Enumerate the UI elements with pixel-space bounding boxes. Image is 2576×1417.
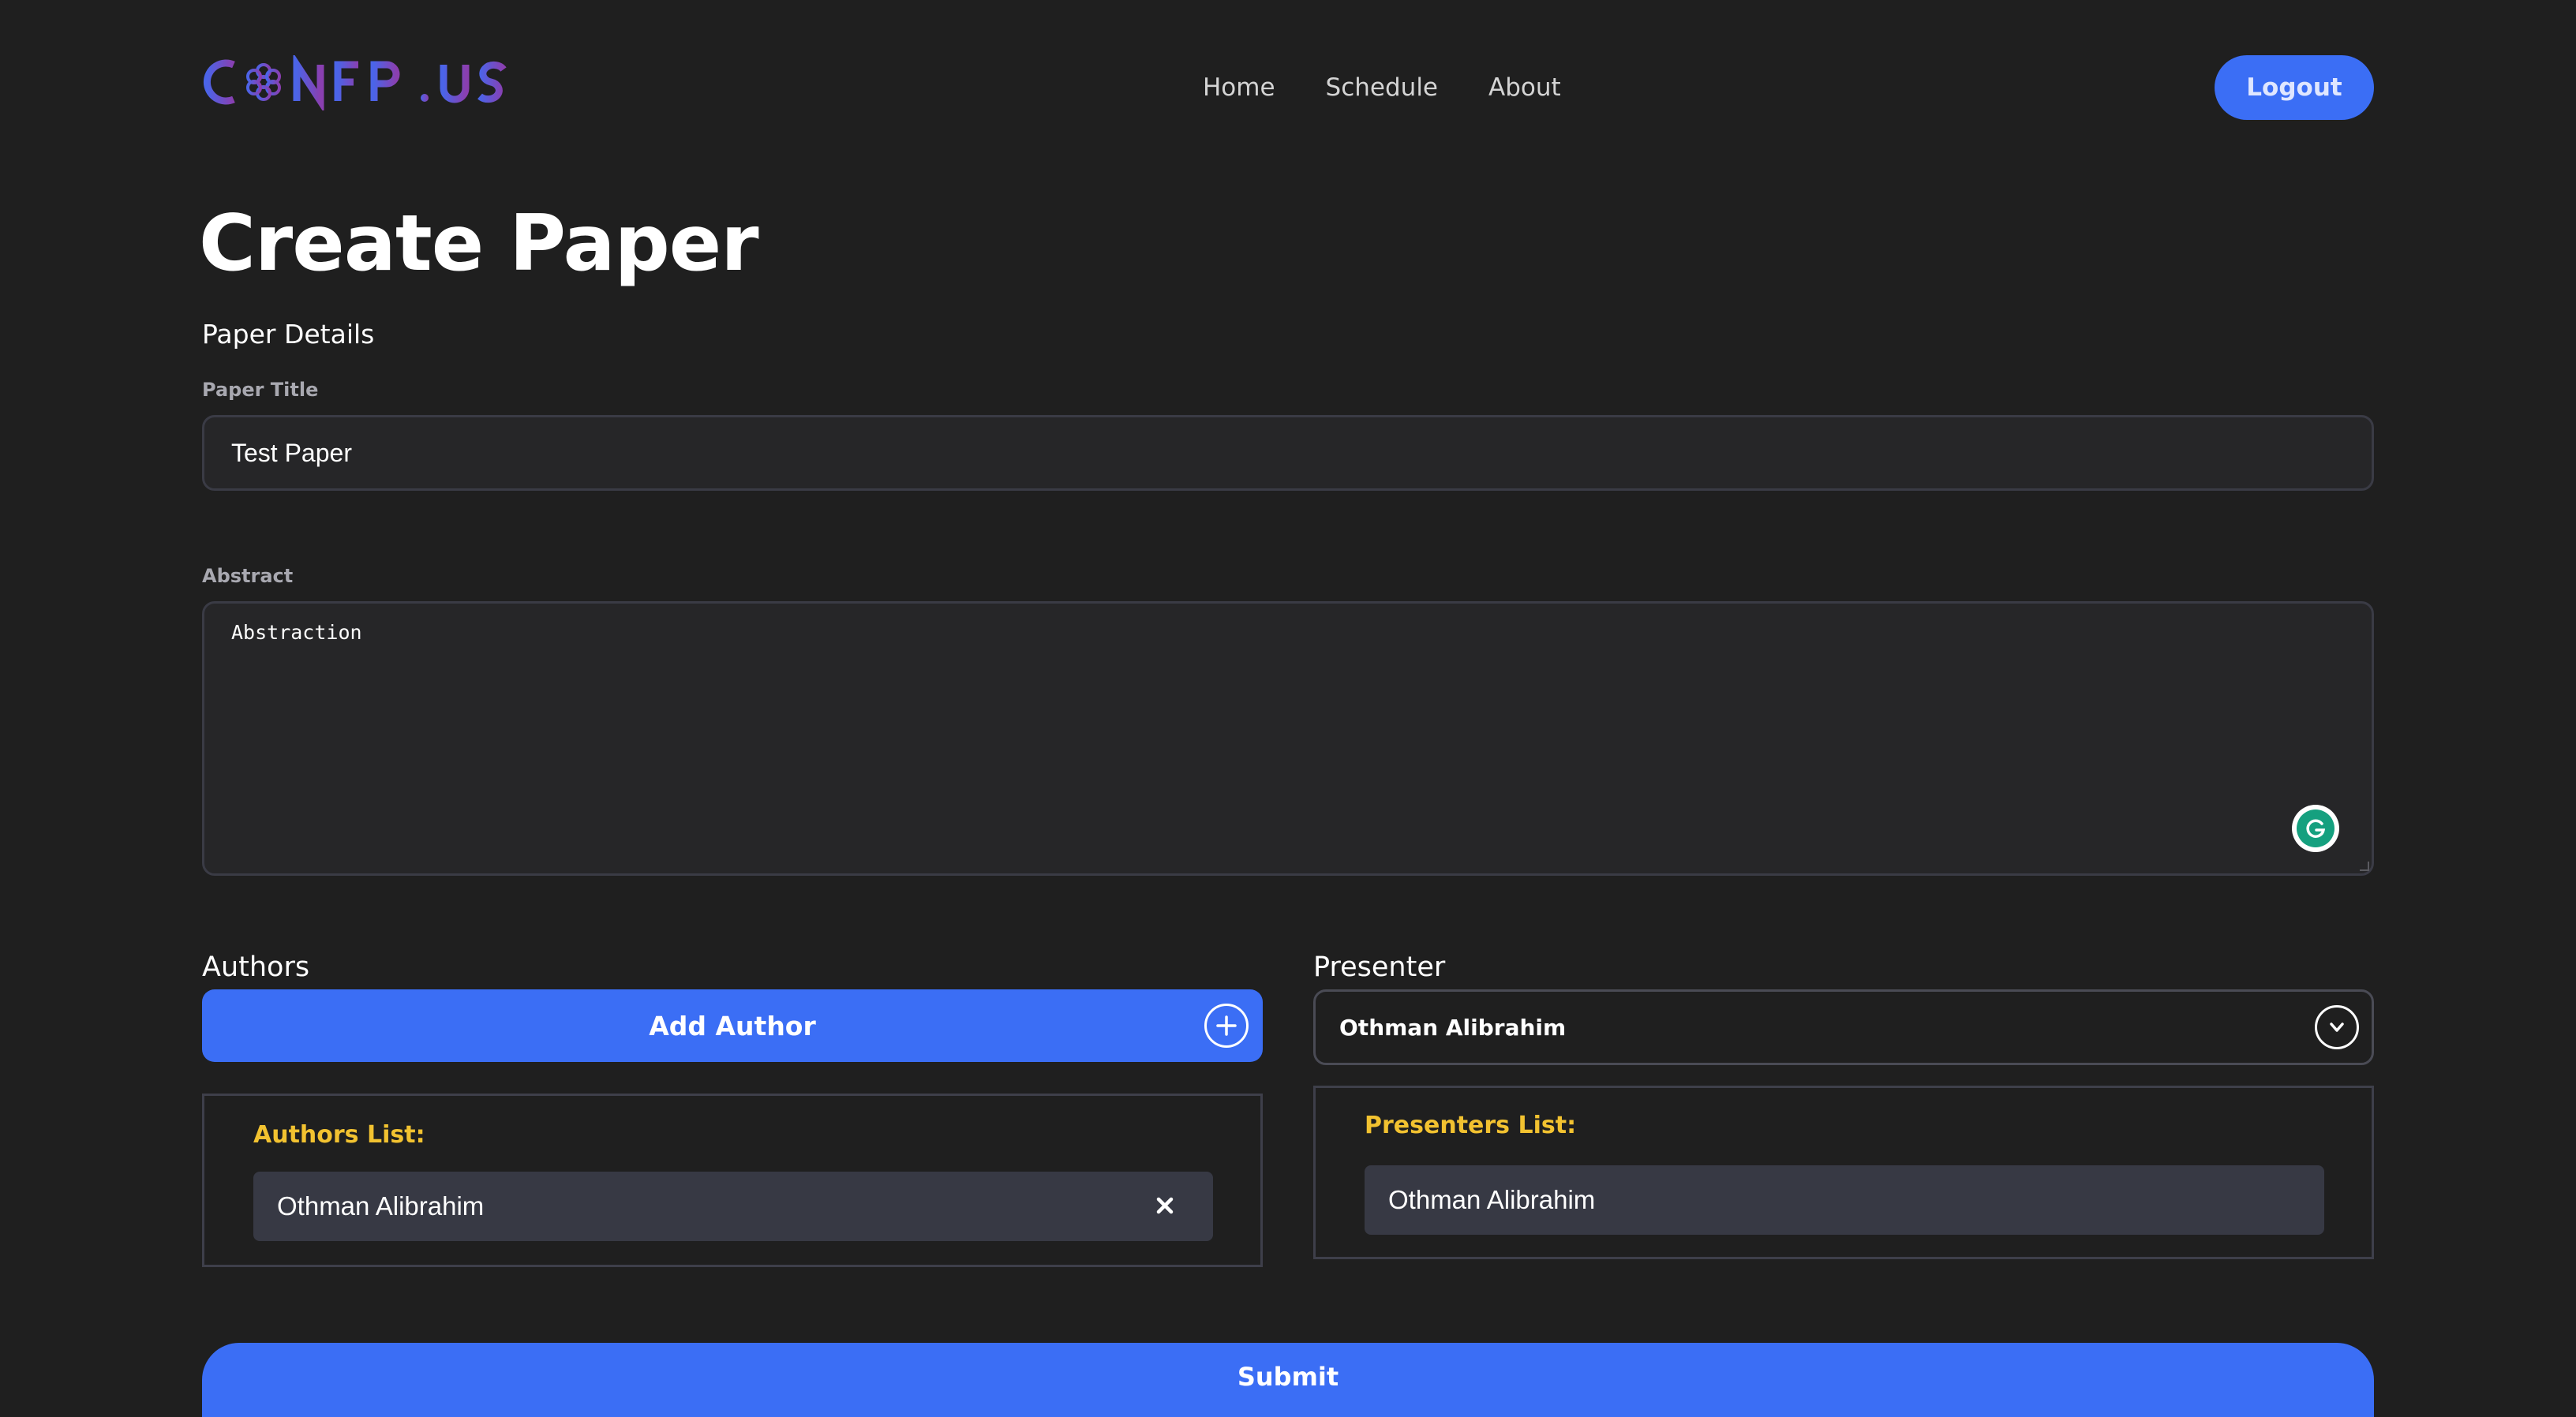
author-name: Othman Alibrahim [277,1191,485,1221]
abstract-label: Abstract [202,565,294,587]
plus-circle-icon [1204,1004,1249,1048]
presenter-name: Othman Alibrahim [1388,1185,1596,1214]
paper-title-value: Test Paper [231,438,352,467]
authors-label: Authors [202,952,310,983]
logout-button[interactable]: Logout [2215,55,2374,120]
presenter-selected-value: Othman Alibrahim [1339,1014,1567,1041]
section-title: Paper Details [202,319,375,350]
nav-home-link[interactable]: Home [1203,73,1275,102]
grammarly-g-icon [2306,819,2326,838]
authors-list-title: Authors List: [253,1121,425,1149]
paper-title-input[interactable]: Test Paper [202,415,2374,491]
grammarly-icon[interactable] [2292,805,2339,852]
list-item: Othman Alibrahim [1365,1165,2324,1235]
submit-button[interactable]: Submit [202,1343,2374,1417]
presenter-select[interactable]: Othman Alibrahim [1313,989,2374,1065]
authors-list-box: Authors List: Othman Alibrahim [202,1094,1263,1267]
add-author-button[interactable]: Add Author [202,989,1263,1062]
main-nav: Home Schedule About [1203,66,1561,109]
resize-grip[interactable] [2360,862,2369,871]
paper-title-label: Paper Title [202,379,319,401]
grammarly-inner [2297,809,2334,847]
nav-about-link[interactable]: About [1488,73,1561,102]
list-item: Othman Alibrahim [253,1172,1213,1241]
page-title: Create Paper [199,199,759,289]
logo-wordmark-icon [203,55,507,110]
add-author-label: Add Author [649,1010,816,1041]
chevron-down-icon [2315,1005,2359,1049]
presenters-list-box: Presenters List: Othman Alibrahim [1313,1086,2374,1259]
abstract-textarea[interactable]: Abstraction [202,601,2374,876]
brand-logo[interactable] [202,55,549,110]
abstract-value: Abstraction [231,621,362,644]
presenter-label: Presenter [1313,952,1446,983]
presenters-list-title: Presenters List: [1365,1112,1577,1139]
close-icon[interactable] [1151,1192,1178,1219]
nav-schedule-link[interactable]: Schedule [1326,73,1438,102]
